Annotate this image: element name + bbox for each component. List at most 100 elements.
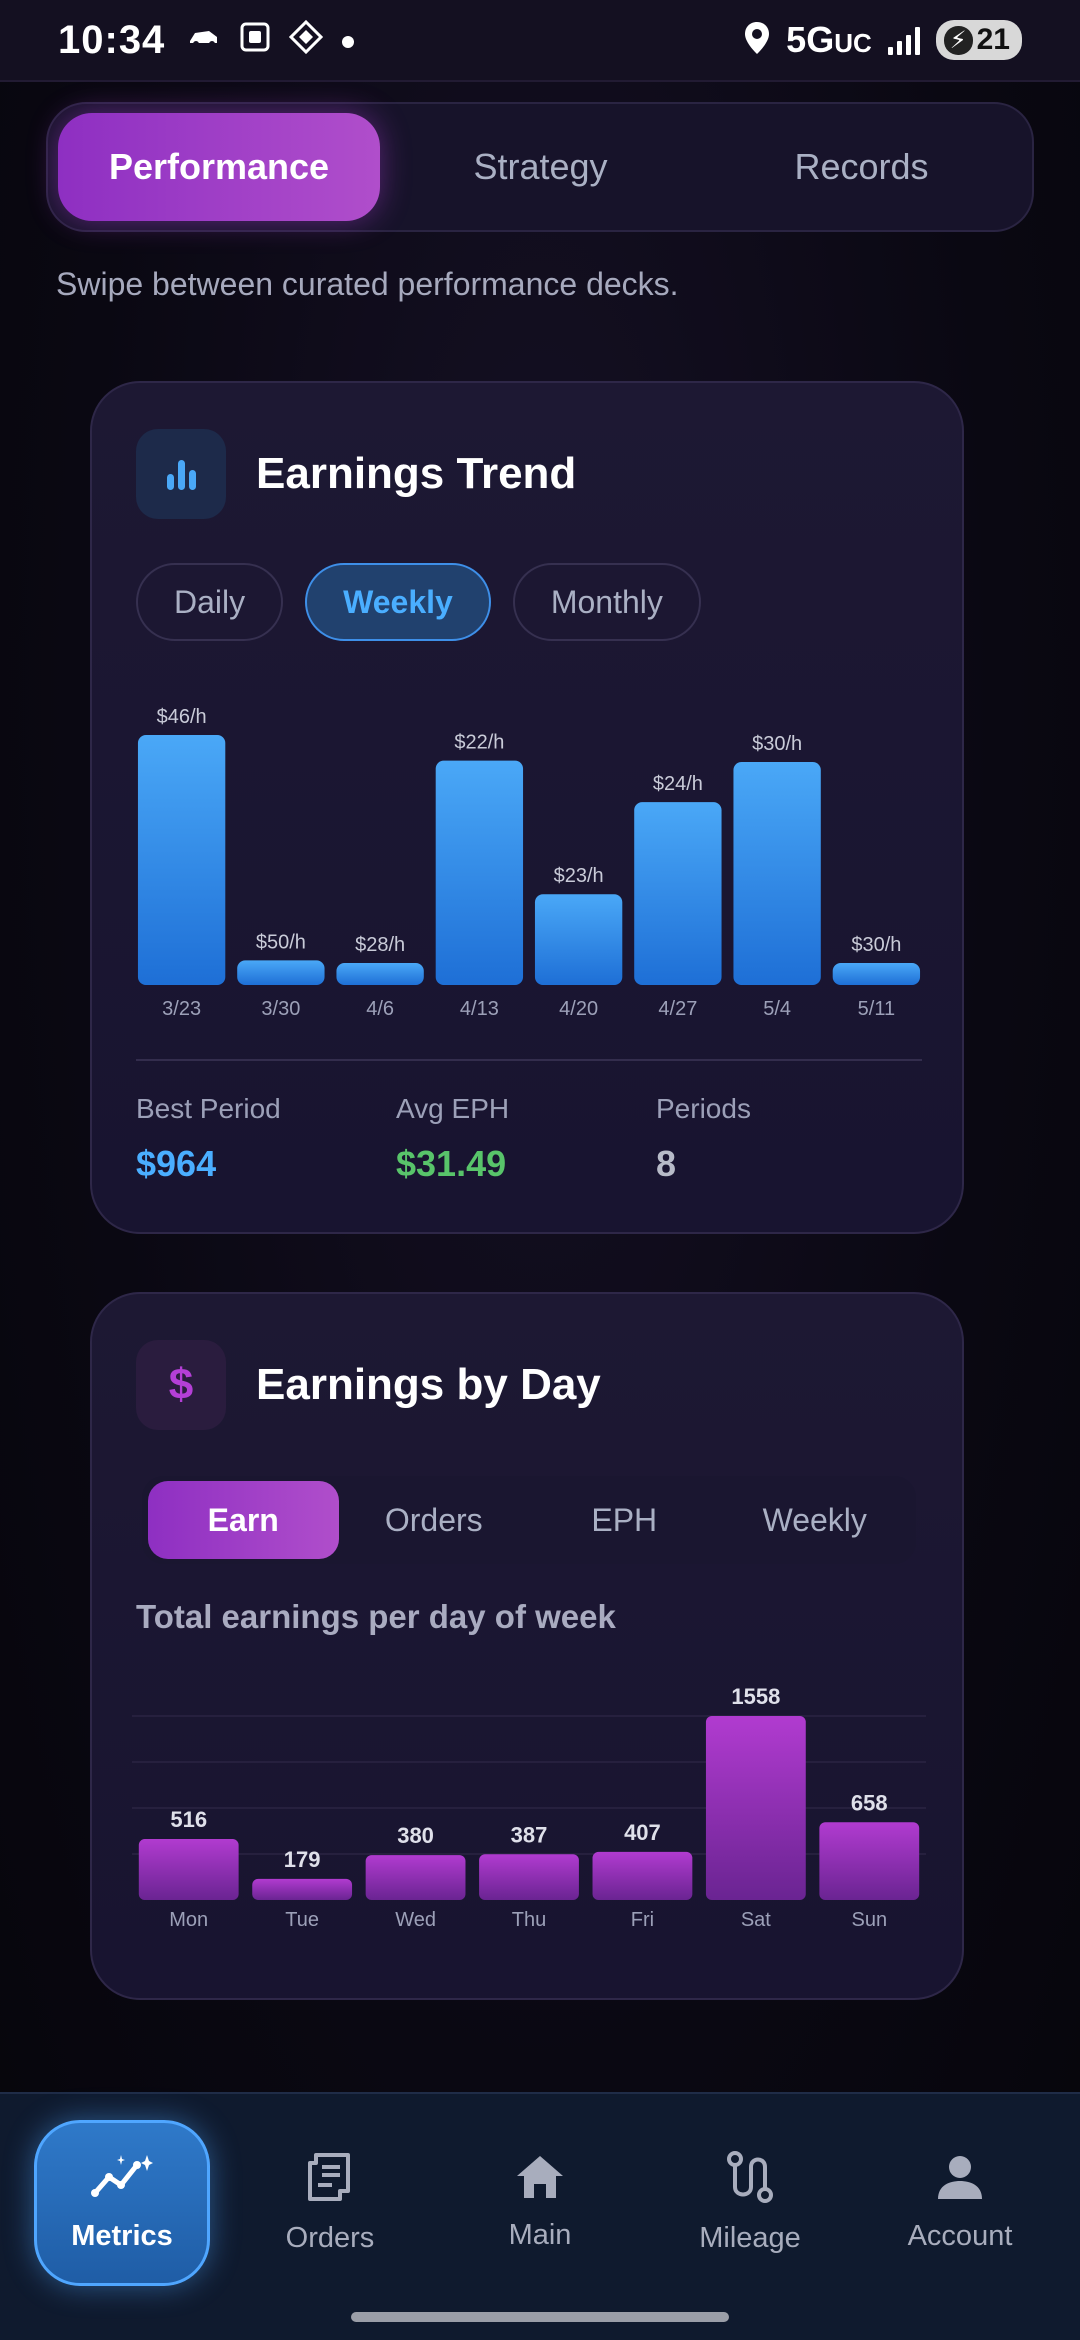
data-label: $30/h <box>851 934 901 956</box>
nav-mileage-label: Mileage <box>699 2222 801 2254</box>
bar-3-23[interactable] <box>137 735 226 985</box>
bar-sun[interactable] <box>819 1822 920 1900</box>
nav-main-label: Main <box>508 2219 572 2251</box>
category-label: Mon <box>169 1909 208 1931</box>
periods-value: 8 <box>656 1143 677 1184</box>
diamond-app-icon <box>289 19 324 60</box>
car-icon <box>187 23 221 57</box>
status-time: 10:34 <box>58 17 166 62</box>
stat-avg-eph: Avg EPH $31.49 <box>396 1093 656 1185</box>
bar-tue[interactable] <box>252 1878 353 1900</box>
route-icon <box>725 2151 775 2208</box>
nav-account[interactable]: Account <box>872 2120 1048 2286</box>
tab-records[interactable]: Records <box>701 113 1022 221</box>
category-label: Sat <box>741 1909 771 1931</box>
category-label: 4/27 <box>658 998 697 1020</box>
dollar-icon: $ <box>136 1340 226 1430</box>
data-label: 407 <box>624 1820 661 1845</box>
filter-weekly[interactable]: Weekly <box>305 563 491 641</box>
best-period-label: Best Period <box>136 1093 281 1124</box>
chart-caption: Total earnings per day of week <box>136 1598 616 1635</box>
best-period-value: $964 <box>136 1143 217 1184</box>
category-label: Wed <box>395 1909 436 1931</box>
category-label: 4/13 <box>460 998 499 1020</box>
tab-performance[interactable]: Performance <box>58 113 380 221</box>
bar-5-4[interactable] <box>733 761 821 985</box>
nav-metrics-label: Metrics <box>71 2220 173 2252</box>
day-metric-tabs: Earn Orders EPH Weekly <box>142 1476 916 1564</box>
category-label: Sun <box>851 1909 887 1931</box>
filter-daily[interactable]: Daily <box>136 563 284 641</box>
data-label: $50/h <box>256 931 306 953</box>
category-label: Fri <box>631 1909 654 1931</box>
data-label: 179 <box>284 1847 321 1872</box>
avg-eph-label: Avg EPH <box>396 1093 510 1124</box>
bar-4-20[interactable] <box>534 894 623 985</box>
data-label: 380 <box>397 1823 434 1848</box>
signal-icon <box>887 25 920 55</box>
bar-thu[interactable] <box>479 1854 579 1900</box>
bar-sat[interactable] <box>705 1716 806 1900</box>
data-label: $30/h <box>752 733 802 755</box>
bar-4-13[interactable] <box>435 760 524 985</box>
battery-indicator: ⚡ 21 <box>935 20 1022 60</box>
bar-3-30[interactable] <box>237 960 325 985</box>
category-label: Thu <box>512 1909 546 1931</box>
nav-metrics[interactable]: Metrics <box>34 2120 210 2286</box>
bar-4-6[interactable] <box>336 963 424 985</box>
dot-icon <box>341 25 355 55</box>
category-label: 3/23 <box>162 998 201 1020</box>
earnings-by-day-chart: 516 Mon 179 Tue 380 Wed 387 Thu 407 Fri 1558 Sat 658… <box>132 1684 926 1931</box>
avg-eph-value: $31.49 <box>396 1143 507 1184</box>
home-icon <box>515 2154 565 2205</box>
charging-icon: ⚡ <box>943 25 973 55</box>
nav-mileage[interactable]: Mileage <box>662 2120 838 2286</box>
period-filter: Daily Weekly Monthly <box>136 563 701 641</box>
bar-4-27[interactable] <box>634 802 722 985</box>
tab-eph[interactable]: EPH <box>529 1481 720 1559</box>
data-label: 387 <box>511 1822 548 1847</box>
stat-periods: Periods 8 <box>656 1093 916 1185</box>
stats-divider <box>136 1059 922 1061</box>
nav-main[interactable]: Main <box>452 2120 628 2286</box>
tab-orders[interactable]: Orders <box>339 1481 530 1559</box>
bar-fri[interactable] <box>592 1851 693 1900</box>
battery-level: 21 <box>976 23 1010 56</box>
network-type: 5GUC <box>786 19 872 60</box>
nav-account-label: Account <box>907 2220 1013 2252</box>
stat-best-period: Best Period $964 <box>136 1093 396 1185</box>
data-label: 658 <box>851 1790 888 1815</box>
earnings-by-day-title: Earnings by Day <box>256 1360 601 1409</box>
tab-strategy[interactable]: Strategy <box>380 113 701 221</box>
status-notification-icons <box>187 19 355 60</box>
earnings-by-day-card: $ Earnings by Day Earn Orders EPH Weekly… <box>90 1292 964 2000</box>
metrics-icon <box>91 2153 153 2206</box>
data-label: $28/h <box>355 934 405 956</box>
data-label: 1558 <box>731 1684 780 1709</box>
bar-chart-icon <box>136 429 226 519</box>
status-right: 5GUC ⚡ 21 <box>744 19 1022 61</box>
category-label: 4/20 <box>559 998 598 1020</box>
category-label: 4/6 <box>366 998 394 1020</box>
location-icon <box>744 21 770 60</box>
filter-monthly[interactable]: Monthly <box>512 563 701 641</box>
tab-earn[interactable]: Earn <box>148 1481 339 1559</box>
bar-mon[interactable] <box>138 1839 239 1900</box>
network-suffix: UC <box>834 28 872 58</box>
category-label: 5/11 <box>858 998 895 1020</box>
category-label: Tue <box>285 1909 319 1931</box>
earnings-trend-header: Earnings Trend <box>136 429 576 519</box>
person-icon <box>936 2153 984 2206</box>
status-bar: 10:34 5GUC ⚡ 21 <box>0 0 1080 82</box>
nav-orders[interactable]: Orders <box>242 2120 418 2286</box>
earnings-trend-title: Earnings Trend <box>256 449 577 498</box>
screenshot-icon <box>239 21 271 59</box>
data-label: $24/h <box>653 773 703 795</box>
bar-5-11[interactable] <box>832 963 921 985</box>
nav-orders-label: Orders <box>285 2222 375 2254</box>
bar-wed[interactable] <box>365 1855 466 1900</box>
tab-weekly[interactable]: Weekly <box>720 1481 911 1559</box>
home-indicator[interactable] <box>351 2312 729 2322</box>
top-tab-bar: Performance Strategy Records <box>46 102 1034 232</box>
data-label: $46/h <box>157 706 207 728</box>
